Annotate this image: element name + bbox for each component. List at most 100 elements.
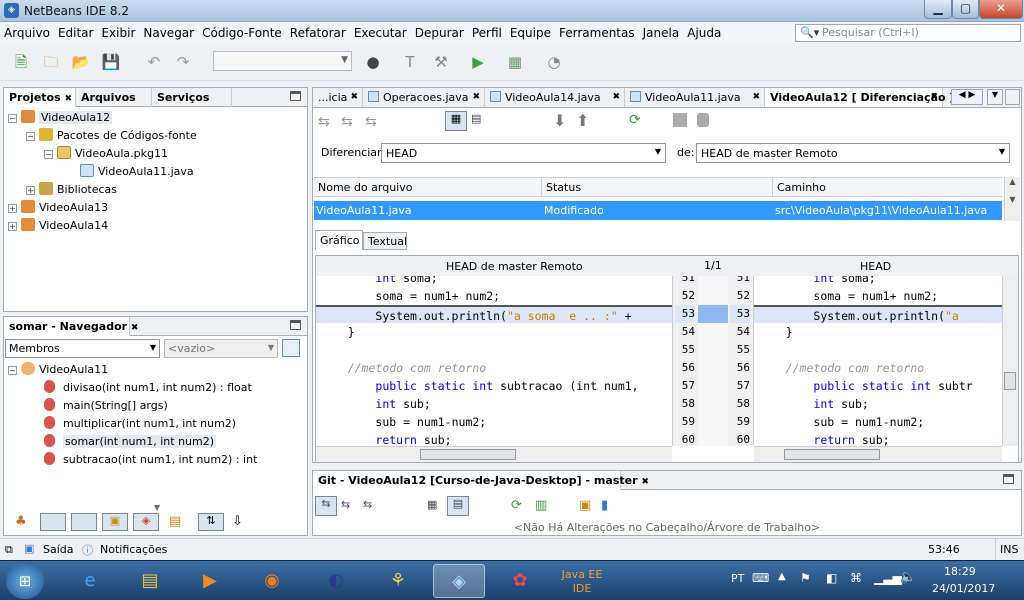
tree-project-videoaula12[interactable]: − VideoAula12	[8, 110, 113, 124]
tree-file[interactable]: VideoAula11.java	[80, 164, 194, 178]
clean-build-icon[interactable]: ⚒	[430, 51, 452, 73]
debug-icon[interactable]: ▦	[504, 51, 526, 73]
export-icon[interactable]	[673, 113, 687, 127]
editor-tab[interactable]: Operacoes.java ✖	[363, 88, 485, 107]
close-icon[interactable]: ✖	[472, 92, 480, 102]
save-all-icon[interactable]: 💾	[100, 51, 122, 73]
build-hammer-icon[interactable]: T	[399, 51, 421, 73]
tab-grafico[interactable]: Gráfico	[315, 230, 363, 250]
table-row[interactable]: VideoAula11.java Modificado src\VideoAul…	[314, 201, 1002, 220]
diff-update-icon[interactable]: ⇆	[341, 114, 353, 130]
next-difference-icon[interactable]: ⬇	[553, 111, 566, 130]
nav-method-divisao[interactable]: divisao(int num1, int num2) : float	[44, 380, 252, 394]
close-button[interactable]: ✕	[979, 0, 1023, 19]
tab-projetos[interactable]: Projetos ✖	[4, 88, 76, 107]
left-code-pane[interactable]: int soma; soma = num1+ num2; System.out.…	[316, 276, 672, 446]
git-graphical-icon[interactable]: ▦	[427, 498, 437, 511]
menu-exibir[interactable]: Exibir	[97, 26, 139, 40]
language-indicator[interactable]: PT	[731, 572, 744, 585]
nav-method-multiplicar[interactable]: multiplicar(int num1, int num2)	[44, 416, 236, 430]
close-icon[interactable]: ✖	[131, 323, 139, 333]
configuration-select[interactable]: ▼	[213, 51, 352, 71]
tree-source-packages[interactable]: − Pacotes de Códigos-fonte	[26, 128, 197, 142]
git-commit-icon[interactable]: ▣	[579, 498, 591, 513]
new-file-icon[interactable]: 🗎	[10, 51, 32, 73]
menu-equipe[interactable]: Equipe	[506, 26, 555, 40]
sort-by-source-icon[interactable]: ⇩	[232, 514, 243, 529]
menu-janela[interactable]: Janela	[639, 26, 684, 40]
keyboard-icon[interactable]: ⌨	[752, 571, 769, 585]
output-tab[interactable]: Saída	[43, 543, 74, 556]
editor-tab[interactable]: VideoAula14.java ✖	[485, 88, 625, 107]
static-filter-icon[interactable]	[71, 513, 97, 531]
fields-filter-icon[interactable]	[40, 513, 66, 531]
table-scrollbar[interactable]: ▲ ▼	[1004, 177, 1020, 221]
menu-editar[interactable]: Editar	[54, 26, 98, 40]
open-project-icon[interactable]: 📂	[70, 51, 92, 73]
close-icon[interactable]: ✖	[64, 94, 72, 104]
editor-tab[interactable]: ...icia ✖	[313, 88, 363, 107]
minimize-panel-icon[interactable]	[290, 91, 301, 101]
minimize-editor-icon[interactable]	[1005, 89, 1020, 105]
git-view-all-icon[interactable]: ⇆	[315, 496, 337, 516]
git-text-icon[interactable]: ▤	[447, 496, 469, 516]
menu-ajuda[interactable]: Ajuda	[683, 26, 725, 40]
minimize-button[interactable]: ▁	[924, 0, 952, 19]
previous-difference-icon[interactable]: ⬆	[576, 111, 589, 130]
python-icon[interactable]: ⚘	[372, 564, 424, 598]
close-icon[interactable]: ✖	[641, 477, 649, 487]
graphical-view-icon[interactable]: ▦	[445, 111, 467, 131]
clock-time[interactable]: 18:29	[944, 565, 976, 578]
search-input[interactable]: 🔍▾ Pesquisar (Ctrl+I)	[795, 24, 1021, 42]
col-path[interactable]: Caminho	[777, 181, 826, 194]
right-vertical-scrollbar[interactable]	[1002, 276, 1018, 446]
clock-date[interactable]: 24/01/2017	[932, 582, 995, 595]
volume-icon[interactable]: 🔈	[900, 570, 916, 585]
hierarchy-icon[interactable]: ♣	[15, 514, 27, 529]
diff-select[interactable]: HEAD ▼	[381, 143, 666, 163]
members-select[interactable]: Membros ▼	[5, 339, 160, 358]
menu-c-digo-fonte[interactable]: Código-Fonte	[198, 26, 286, 40]
nav-method-main[interactable]: main(String[] args)	[44, 398, 168, 412]
network-signal-icon[interactable]: ▁▃▅	[874, 571, 902, 585]
col-filename[interactable]: Nome do arquivo	[318, 181, 412, 194]
tree-project-videoaula14[interactable]: + VideoAula14	[8, 218, 108, 232]
tray-network-device-icon[interactable]: ⌘	[850, 571, 862, 585]
nav-class[interactable]: − VideoAula11	[8, 362, 108, 376]
internet-explorer-icon[interactable]: e	[64, 564, 116, 598]
menu-arquivo[interactable]: Arquivo	[0, 26, 54, 40]
revert-icon[interactable]	[697, 113, 709, 127]
run-icon[interactable]: ▶	[467, 51, 489, 73]
menu-refatorar[interactable]: Refatorar	[286, 26, 350, 40]
menu-perfil[interactable]: Perfil	[468, 26, 506, 40]
menu-executar[interactable]: Executar	[350, 26, 411, 40]
redo-icon[interactable]: ↷	[172, 51, 194, 73]
media-player-icon[interactable]: ▶	[184, 564, 236, 598]
tree-libraries[interactable]: + Bibliotecas	[26, 182, 117, 196]
scroll-tabs-buttons[interactable]: ◀ ▶	[951, 89, 983, 105]
new-project-icon[interactable]: 🗀	[40, 51, 62, 73]
fqn-icon[interactable]: ▤	[169, 514, 181, 529]
undo-icon[interactable]: ↶	[143, 51, 165, 73]
menu-navegar[interactable]: Navegar	[139, 26, 198, 40]
inherited-filter-icon[interactable]: ◈	[133, 513, 159, 531]
eclipse-icon[interactable]: ◐	[310, 564, 362, 598]
globe-icon[interactable]: ●	[362, 51, 384, 73]
javaee-ide-icon[interactable]: Java EE IDE	[556, 564, 608, 598]
left-horizontal-scrollbar[interactable]	[316, 446, 672, 462]
tab-textual[interactable]: Textual	[363, 232, 407, 250]
firefox-icon[interactable]: ◉	[246, 564, 298, 598]
text-view-icon[interactable]: ▤	[471, 112, 481, 125]
close-icon[interactable]: ✖	[612, 92, 620, 102]
diff-commit-icon[interactable]: ⇆	[365, 114, 377, 130]
tree-project-videoaula13[interactable]: + VideoAula13	[8, 200, 108, 214]
splitter-arrow-icon[interactable]: ▼	[154, 503, 160, 512]
menu-depurar[interactable]: Depurar	[411, 26, 468, 40]
right-code-pane[interactable]: int soma; soma = num1+ num2; System.out.…	[754, 276, 1002, 446]
editor-tab[interactable]: VideoAula11.java ✖	[625, 88, 765, 107]
recorder-icon[interactable]: ✿	[494, 564, 546, 598]
tray-app-icon[interactable]: ◧	[826, 571, 837, 585]
sort-by-name-icon[interactable]: ⇅	[198, 513, 224, 531]
refresh-icon[interactable]: ⟳	[629, 112, 641, 128]
notifications-tab[interactable]: Notificações	[100, 543, 167, 556]
